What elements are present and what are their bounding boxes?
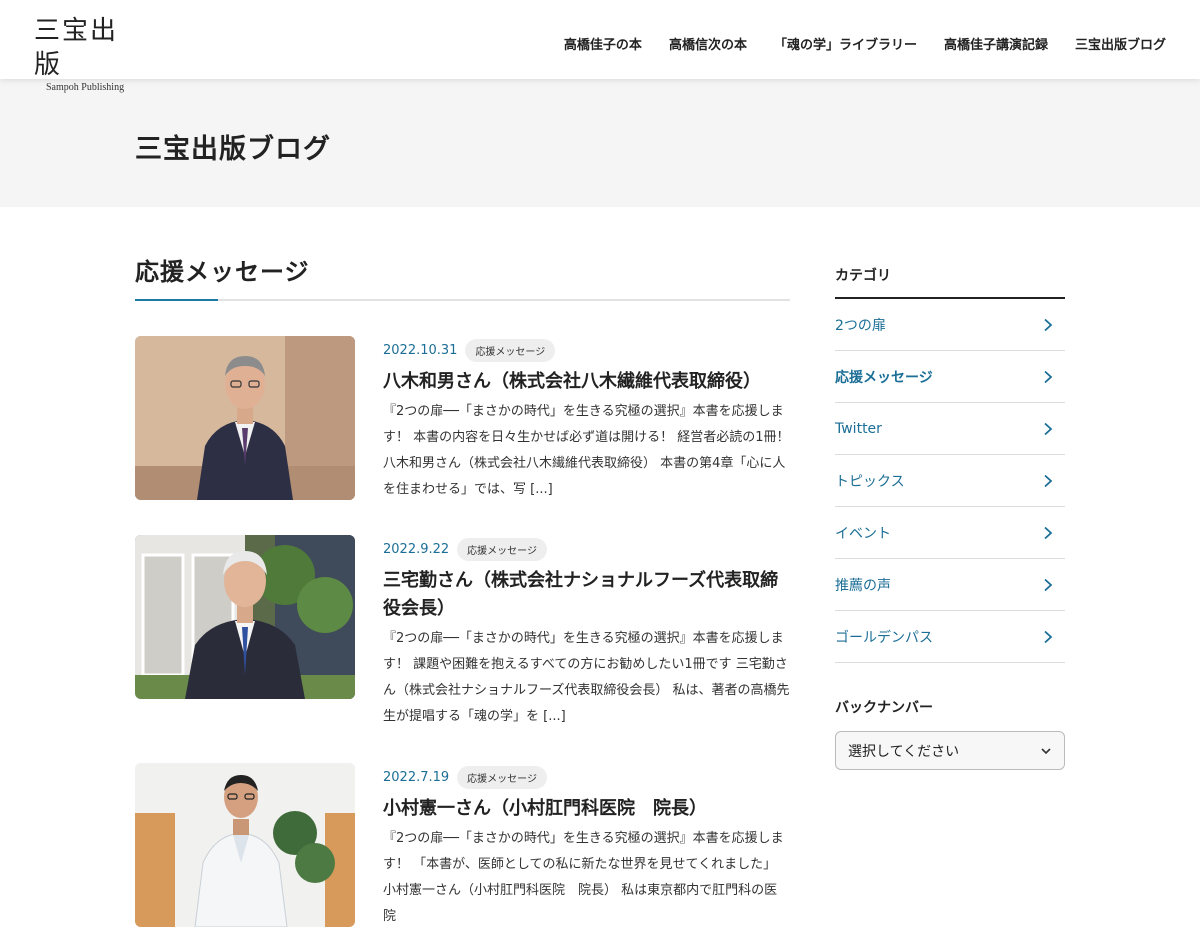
post-body: 2022.7.19 応援メッセージ 小村憲一さん（小村肛門科医院 院長） 『2つ… [383, 765, 790, 930]
post-item[interactable]: 2022.10.31 応援メッセージ 八木和男さん（株式会社八木繊維代表取締役）… [135, 336, 790, 506]
post-date: 2022.10.31 [383, 342, 458, 358]
post-photo-icon [135, 535, 355, 699]
category-item-2tsu-no-tobira[interactable]: 2つの扉 [835, 299, 1065, 351]
chevron-right-icon [1044, 370, 1053, 383]
site-logo[interactable]: 三宝出版 Sampoh Publishing [34, 14, 144, 94]
select-value: 選択してください [848, 743, 960, 760]
category-item-label: イベント [835, 525, 891, 542]
sidebar-category-title: カテゴリ [835, 268, 891, 284]
category-list: 2つの扉 応援メッセージ Twitter トピックス イベント 推薦の声 ゴール… [835, 299, 1065, 663]
post-title[interactable]: 八木和男さん（株式会社八木繊維代表取締役） [383, 368, 790, 396]
chevron-right-icon [1044, 526, 1053, 539]
post-category-tag[interactable]: 応援メッセージ [465, 338, 556, 362]
post-meta: 2022.7.19 応援メッセージ [383, 765, 790, 789]
post-meta: 2022.10.31 応援メッセージ [383, 338, 790, 362]
category-item-label: 推薦の声 [835, 577, 891, 594]
chevron-right-icon [1044, 318, 1053, 331]
post-date: 2022.9.22 [383, 541, 450, 557]
chevron-right-icon [1044, 630, 1053, 643]
heading-underline-accent [135, 299, 218, 301]
category-item-twitter[interactable]: Twitter [835, 403, 1065, 455]
post-date: 2022.7.19 [383, 769, 450, 785]
chevron-right-icon [1044, 578, 1053, 591]
category-item-label: ゴールデンパス [835, 629, 933, 646]
back-number-select[interactable]: 選択してください [835, 731, 1065, 770]
post-excerpt: 『2つの扉──「まさかの時代」を生きる究極の選択』本書を応援します！ 課題や困難… [383, 631, 790, 724]
chevron-right-icon [1044, 474, 1053, 487]
post-title[interactable]: 三宅勤さん（株式会社ナショナルフーズ代表取締役会長） [383, 567, 790, 623]
category-item-suisen[interactable]: 推薦の声 [835, 559, 1065, 611]
global-nav: 高橋佳子の本 高橋信次の本 「魂の学」ライブラリー 高橋佳子講演記録 三宝出版ブ… [564, 34, 1166, 53]
chevron-down-icon [1041, 747, 1051, 754]
post-excerpt: 『2つの扉──「まさかの時代」を生きる究極の選択』本書を応援します！ 本書の内容… [383, 404, 790, 497]
nav-item-tamashii-library[interactable]: 「魂の学」ライブラリー [774, 34, 917, 53]
site-header: 三宝出版 Sampoh Publishing 高橋佳子の本 高橋信次の本 「魂の… [0, 0, 1200, 93]
logo-sub-text: Sampoh Publishing [46, 82, 125, 93]
page-title: 三宝出版ブログ [135, 134, 331, 165]
post-meta: 2022.9.22 応援メッセージ [383, 537, 790, 561]
category-item-event[interactable]: イベント [835, 507, 1065, 559]
category-item-label: Twitter [835, 420, 882, 437]
heading-underline [135, 299, 790, 301]
category-item-ouen-message[interactable]: 応援メッセージ [835, 351, 1065, 403]
category-item-label: 応援メッセージ [835, 369, 933, 386]
post-body: 2022.10.31 応援メッセージ 八木和男さん（株式会社八木繊維代表取締役）… [383, 338, 790, 503]
post-item[interactable]: 2022.7.19 応援メッセージ 小村憲一さん（小村肛門科医院 院長） 『2つ… [135, 763, 790, 933]
post-excerpt: 『2つの扉──「まさかの時代」を生きる究極の選択』本書を応援します！ 「本書が、… [383, 831, 784, 924]
category-item-topics[interactable]: トピックス [835, 455, 1065, 507]
nav-item-lecture-records[interactable]: 高橋佳子講演記録 [944, 34, 1048, 53]
category-item-label: 2つの扉 [835, 317, 886, 334]
category-heading: 応援メッセージ [135, 258, 310, 286]
post-photo-icon [135, 336, 355, 500]
post-thumbnail[interactable] [135, 336, 355, 500]
post-category-tag[interactable]: 応援メッセージ [457, 765, 547, 789]
post-title[interactable]: 小村憲一さん（小村肛門科医院 院長） [383, 795, 790, 823]
main-content: 応援メッセージ 2022.10.31 応援メッセージ 八木和男さん（株式会社八木… [135, 252, 790, 927]
nav-item-blog[interactable]: 三宝出版ブログ [1075, 34, 1166, 53]
nav-item-takahashi-shinji-books[interactable]: 高橋信次の本 [669, 34, 747, 53]
page-title-band: 三宝出版ブログ [0, 79, 1200, 207]
nav-item-takahashi-keiko-books[interactable]: 高橋佳子の本 [564, 34, 642, 53]
post-photo-icon [135, 763, 355, 927]
sidebar: カテゴリ 2つの扉 応援メッセージ Twitter トピックス イベント 推薦の… [835, 252, 1065, 770]
back-number-title: バックナンバー [835, 700, 933, 716]
post-thumbnail[interactable] [135, 763, 355, 927]
category-item-golden-path[interactable]: ゴールデンパス [835, 611, 1065, 663]
chevron-right-icon [1044, 422, 1053, 435]
post-item[interactable]: 2022.9.22 応援メッセージ 三宅勤さん（株式会社ナショナルフーズ代表取締… [135, 535, 790, 724]
post-category-tag[interactable]: 応援メッセージ [457, 537, 547, 561]
category-item-label: トピックス [835, 473, 905, 490]
post-body: 2022.9.22 応援メッセージ 三宅勤さん（株式会社ナショナルフーズ代表取締… [383, 537, 790, 730]
post-thumbnail[interactable] [135, 535, 355, 699]
logo-main-text: 三宝出版 [34, 16, 119, 80]
